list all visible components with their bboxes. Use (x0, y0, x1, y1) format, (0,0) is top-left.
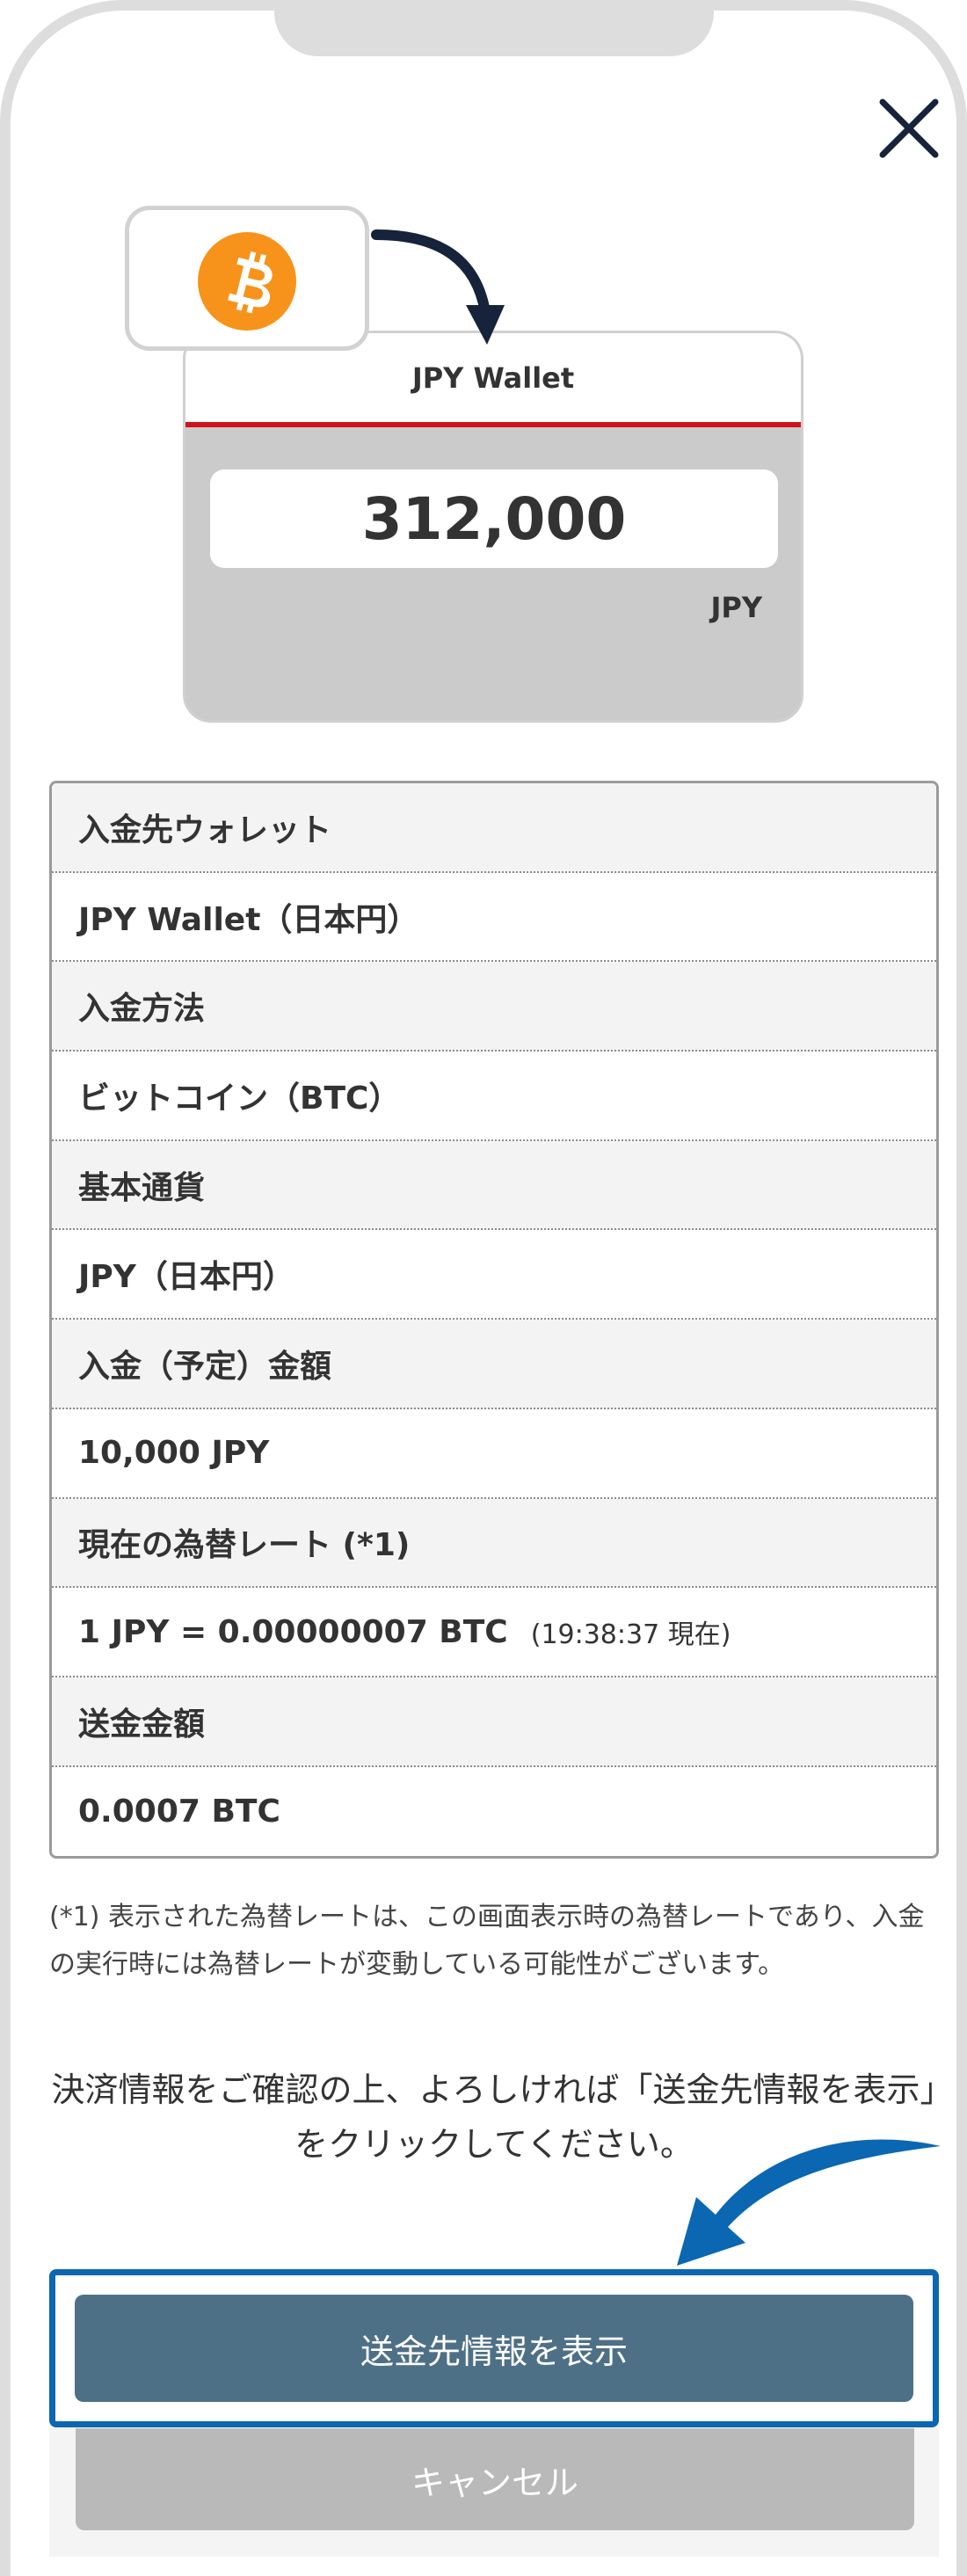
show-destination-button[interactable]: 送金先情報を表示 (75, 2295, 913, 2402)
bitcoin-icon (198, 232, 296, 331)
exchange-rate-footnote: (*1) 表示された為替レートは、この画面表示時の為替レートであり、入金の実行時… (49, 1902, 925, 1980)
rate-timestamp: (19:38:37 現在) (530, 1619, 731, 1651)
cancel-button[interactable]: キャンセル (76, 2428, 914, 2530)
cta-highlight-frame: 送金先情報を表示 (49, 2269, 939, 2427)
pointer-arrow-icon (677, 2139, 941, 2266)
phone-notch (274, 11, 714, 56)
detail-value: JPY（日本円） (52, 1230, 936, 1321)
detail-label-text: 現在の為替レート (*1) (78, 1527, 411, 1564)
detail-label-text: 入金方法 (78, 991, 206, 1028)
detail-value-text: JPY（日本円） (78, 1259, 294, 1296)
detail-label-text: 入金先ウォレット (78, 811, 332, 848)
detail-value-text: 10,000 JPY (78, 1435, 270, 1472)
detail-label: 現在の為替レート (*1) (52, 1498, 936, 1589)
transfer-arrow-icon (371, 229, 505, 345)
detail-label-text: 基本通貨 (78, 1169, 206, 1206)
payment-details-table: 入金先ウォレット JPY Wallet（日本円） 入金方法ビットコイン（BTC） 基本… (49, 781, 939, 1859)
cancel-area: キャンセル (49, 2428, 939, 2557)
detail-value: ビットコイン（BTC） (52, 1052, 936, 1141)
detail-value: 10,000 JPY (52, 1409, 936, 1499)
detail-label: 基本通貨 (52, 1140, 936, 1231)
phone-frame: JPY Wallet 312,000 JPY 入金先ウォレット JPY Walle… (0, 0, 967, 2576)
source-currency-badge (125, 206, 369, 351)
detail-value-text: JPY Wallet（日本円） (78, 901, 419, 938)
detail-value-text: ビットコイン（BTC） (78, 1080, 401, 1117)
close-icon[interactable] (870, 90, 948, 167)
detail-value: 1 JPY = 0.00000007 BTC (19:38:37 現在) (52, 1588, 936, 1677)
detail-label: 送金金額 (52, 1677, 936, 1767)
detail-label: 入金先ウォレット (52, 783, 936, 873)
wallet-card: JPY Wallet 312,000 JPY (183, 331, 803, 723)
detail-value-text: 0.0007 BTC (78, 1793, 280, 1830)
detail-label-text: 入金（予定）金額 (78, 1348, 332, 1385)
detail-label: 入金（予定）金額 (52, 1320, 936, 1409)
wallet-balance: 312,000 (210, 469, 778, 568)
detail-label-text: 送金金額 (78, 1706, 206, 1743)
detail-value-text: 1 JPY = 0.00000007 BTC (78, 1613, 508, 1650)
wallet-currency: JPY (710, 591, 762, 624)
detail-label: 入金方法 (52, 962, 936, 1052)
detail-value: 0.0007 BTC (52, 1767, 936, 1857)
detail-value: JPY Wallet（日本円） (52, 873, 936, 963)
